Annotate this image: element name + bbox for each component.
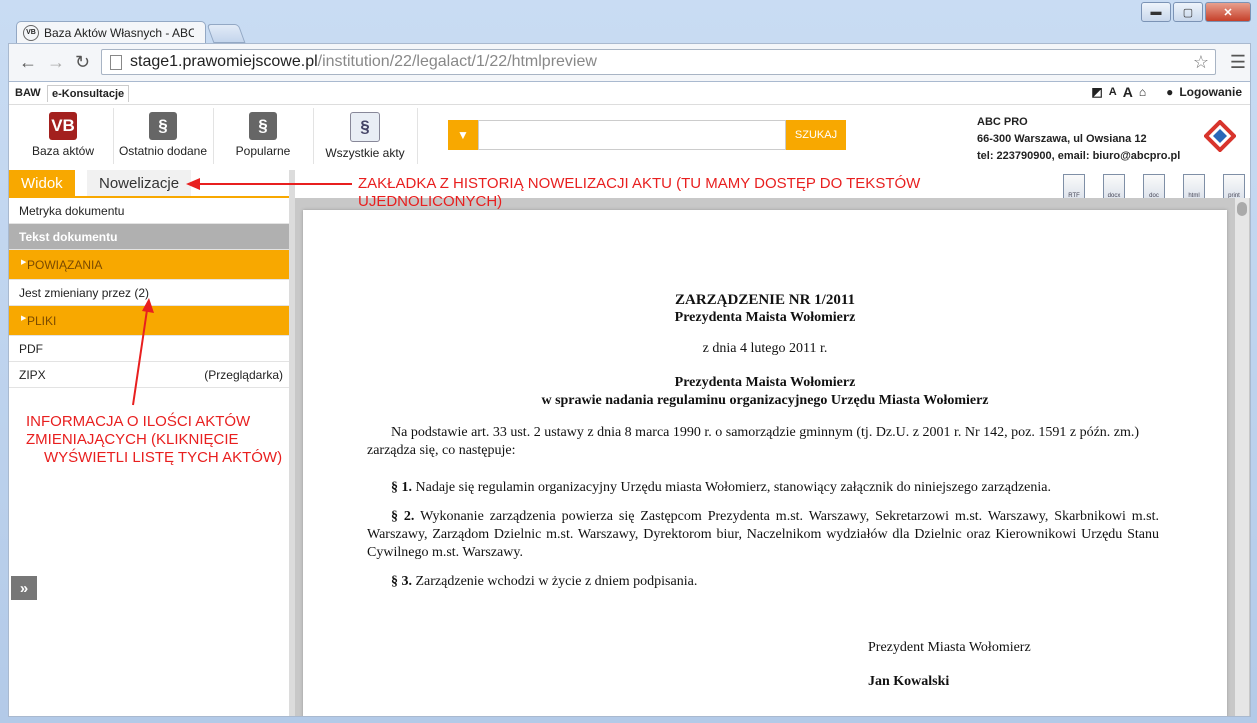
tab-nowelizacje[interactable]: Nowelizacje <box>87 170 192 196</box>
ekonsultacje-link[interactable]: e-Konsultacje <box>47 85 130 102</box>
page-icon <box>110 54 122 70</box>
doc-sign-role: Prezydent Miasta Wołomierz <box>868 640 1031 655</box>
maximize-button[interactable]: ▢ <box>1173 2 1203 22</box>
annotation-line: WYŚWIETLI LISTĘ TYCH AKTÓW) <box>44 449 283 466</box>
site-header: VB Baza aktów § Ostatnio dodane § Popula… <box>9 104 1250 166</box>
document-viewer: ZARZĄDZENIE NR 1/2011 Prezydenta Maista … <box>295 198 1250 716</box>
close-button[interactable]: ✕ <box>1205 2 1251 22</box>
annotation-line: UJEDNOLICONYCH) <box>358 193 503 210</box>
docx-icon[interactable]: docx <box>1103 174 1125 200</box>
font-large-icon[interactable]: A <box>1123 84 1133 100</box>
sidebar-item-zmieniany[interactable]: Jest zmieniany przez (2) <box>9 280 289 306</box>
contact-info: ABC PRO 66-300 Warszawa, ul Owsiana 12 t… <box>977 114 1180 165</box>
url-path: /institution/22/legalact/1/22/htmlprevie… <box>317 53 597 70</box>
doc-paragraph-2: § 2. Wykonanie zarządzenia powierza się … <box>367 508 1159 562</box>
p3-label: § 3. <box>391 574 412 589</box>
popularne-button[interactable]: § Popularne <box>213 108 314 164</box>
baw-link[interactable]: BAW <box>11 85 45 101</box>
bookmark-star-icon[interactable]: ☆ <box>1193 52 1209 73</box>
popular-icon: § <box>249 112 277 140</box>
annotation-line: INFORMACJA O ILOŚCI AKTÓW <box>26 413 251 430</box>
home-icon[interactable]: ⌂ <box>1139 85 1146 99</box>
reload-icon[interactable]: ↻ <box>75 52 90 73</box>
doc-paragraph-3: § 3. Zarządzenie wchodzi w życie z dniem… <box>367 573 1159 591</box>
contact-address: 66-300 Warszawa, ul Owsiana 12 <box>977 133 1147 145</box>
search-bar: ▼ SZUKAJ <box>448 120 846 150</box>
zipx-label: ZIPX <box>19 367 46 382</box>
doc-subject-1: Prezydenta Maista Wołomierz <box>674 375 856 390</box>
expand-sidebar-icon[interactable]: » <box>11 576 37 600</box>
button-label: Ostatnio dodane <box>118 144 208 158</box>
baza-aktow-button[interactable]: VB Baza aktów <box>13 108 114 164</box>
wszystkie-akty-button[interactable]: § Wszystkie akty <box>313 108 418 164</box>
address-bar[interactable]: stage1.prawomiejscowe.pl/institution/22/… <box>101 49 1216 75</box>
back-icon[interactable]: ← <box>19 52 37 73</box>
tab-title: Baza Aktów Własnych - ABC <box>44 25 194 40</box>
sidebar-item-zipx[interactable]: ZIPX (Przeglądarka) <box>9 362 289 388</box>
window-controls: ▬ ▢ ✕ <box>1139 2 1251 22</box>
doc-subject-2: w sprawie nadania regulaminu organizacyj… <box>541 393 989 408</box>
p1-text: Nadaje się regulamin organizacyjny Urzęd… <box>412 480 1051 495</box>
annotation-line: ZMIENIAJĄCYCH (KLIKNIĘCIE <box>26 431 239 448</box>
favicon-icon: VB <box>23 24 39 41</box>
document-page: ZARZĄDZENIE NR 1/2011 Prezydenta Maista … <box>303 210 1227 716</box>
menu-icon[interactable]: ☰ <box>1230 52 1246 73</box>
search-input[interactable] <box>478 120 786 150</box>
ostatnio-dodane-button[interactable]: § Ostatnio dodane <box>113 108 214 164</box>
accessibility-tools: ◩ A A ⌂ ● Logowanie <box>1085 84 1242 100</box>
browser-toolbar: ← → ↻ stage1.prawomiejscowe.pl/instituti… <box>8 43 1251 82</box>
section-powiazania[interactable]: POWIĄZANIA <box>9 250 289 280</box>
przegladarka-link[interactable]: (Przeglądarka) <box>204 368 283 382</box>
search-dropdown-icon[interactable]: ▼ <box>448 120 478 150</box>
print-icon[interactable]: print <box>1223 174 1245 200</box>
p2-text: Wykonanie zarządzenia powierza się Zastę… <box>367 509 1159 560</box>
doc-date: z dnia 4 lutego 2011 r. <box>702 341 828 356</box>
annotation-line: ZAKŁADKA Z HISTORIĄ NOWELIZACJI AKTU (TU… <box>358 175 921 192</box>
p1-label: § 1. <box>391 480 412 495</box>
doc-title: ZARZĄDZENIE NR 1/2011 <box>674 292 856 308</box>
button-label: Popularne <box>235 144 291 158</box>
doc-paragraph-1: § 1. Nadaje się regulamin organizacyjny … <box>367 479 1159 497</box>
document-scrollbar[interactable] <box>1235 198 1249 716</box>
button-label: Baza aktów <box>31 144 95 158</box>
p2-label: § 2. <box>391 509 415 524</box>
annotation-count: INFORMACJA O ILOŚCI AKTÓW ZMIENIAJĄCYCH … <box>26 413 282 467</box>
doc-preamble: Na podstawie art. 33 ust. 2 ustawy z dni… <box>367 425 1140 458</box>
html-icon[interactable]: html <box>1183 174 1205 200</box>
contact-name: ABC PRO <box>977 116 1028 128</box>
rtf-icon[interactable]: RTF <box>1063 174 1085 200</box>
view-tabs: Widok Nowelizacje <box>9 170 289 198</box>
doc-issuer: Prezydenta Maista Wołomierz <box>674 310 856 325</box>
doc-sign-name: Jan Kowalski <box>868 674 950 689</box>
section-pliki[interactable]: PLIKI <box>9 306 289 336</box>
contact-tel: tel: 223790900, email: biuro@abcpro.pl <box>977 150 1181 162</box>
company-logo-icon <box>1204 120 1236 152</box>
sidebar-item-metryka[interactable]: Metryka dokumentu <box>9 198 289 224</box>
sidebar-item-tekst[interactable]: Tekst dokumentu <box>9 224 289 250</box>
login-link[interactable]: Logowanie <box>1179 85 1242 99</box>
forward-icon[interactable]: → <box>47 52 65 73</box>
tab-widok[interactable]: Widok <box>9 170 75 196</box>
browser-tab[interactable]: VB Baza Aktów Własnych - ABC <box>16 21 206 43</box>
site-topbar: BAW e-Konsultacje ◩ A A ⌂ ● Logowanie <box>9 82 1250 105</box>
sidebar-item-pdf[interactable]: PDF <box>9 336 289 362</box>
annotation-tab-history: ZAKŁADKA Z HISTORIĄ NOWELIZACJI AKTU (TU… <box>358 175 920 211</box>
baza-aktow-icon: VB <box>49 112 77 140</box>
button-label: Wszystkie akty <box>325 146 405 160</box>
search-button[interactable]: SZUKAJ <box>786 120 846 150</box>
all-acts-icon: § <box>350 112 380 142</box>
browser-window: ▬ ▢ ✕ VB Baza Aktów Własnych - ABC ← → ↻… <box>0 0 1257 723</box>
p3-text: Zarządzenie wchodzi w życie z dniem podp… <box>412 574 698 589</box>
doc-icon[interactable]: doc <box>1143 174 1165 200</box>
recent-icon: § <box>149 112 177 140</box>
minimize-button[interactable]: ▬ <box>1141 2 1171 22</box>
new-tab-button[interactable] <box>206 24 246 43</box>
user-icon: ● <box>1166 85 1174 99</box>
url-host: stage1.prawomiejscowe.pl <box>130 53 318 70</box>
scrollbar-thumb[interactable] <box>1237 202 1247 216</box>
font-small-icon[interactable]: A <box>1109 86 1117 98</box>
contrast-icon[interactable]: ◩ <box>1091 85 1102 99</box>
